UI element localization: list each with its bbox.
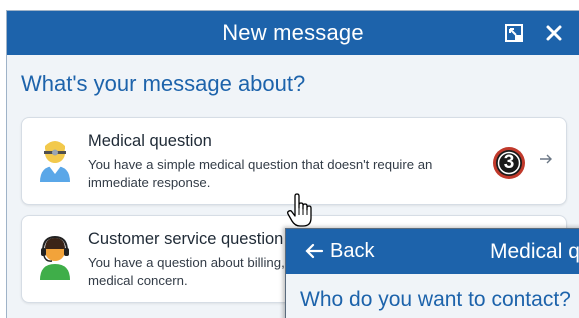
option-medical-question[interactable]: Medical question You have a simple medic… (21, 117, 567, 205)
expand-icon[interactable] (503, 22, 525, 44)
title-bar: New message (7, 11, 579, 55)
arrow-right-icon (538, 151, 554, 167)
doctor-avatar-icon (38, 136, 72, 184)
dialog-title-bar: Back Medical question (286, 229, 579, 274)
option-title: Customer service question (88, 230, 284, 248)
step-number: 3 (503, 152, 515, 173)
option-title: Medical question (88, 132, 212, 150)
dialog-question: Who do you want to contact? (300, 288, 571, 311)
step-badge: 3 (492, 146, 526, 180)
medical-question-dialog: Back Medical question Who do you want to… (285, 228, 579, 318)
customer-service-avatar-icon (38, 234, 72, 282)
back-label: Back (330, 240, 375, 262)
close-icon[interactable] (543, 22, 565, 44)
dialog-title: Medical question (490, 240, 579, 263)
back-button[interactable]: Back (304, 229, 374, 274)
page-heading: What's your message about? (21, 71, 306, 96)
arrow-left-icon (305, 243, 324, 259)
option-description: You have a simple medical question that … (88, 157, 433, 190)
window-title: New message (222, 20, 364, 45)
